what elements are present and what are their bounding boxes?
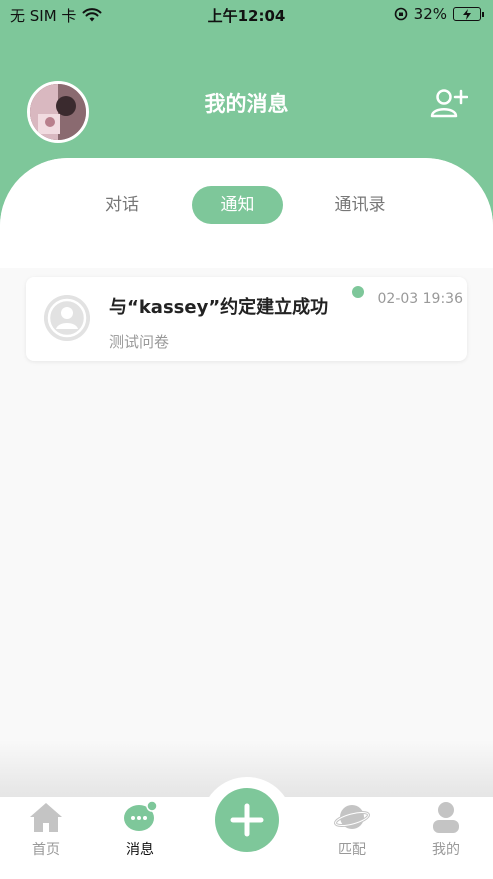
battery-percent: 32% [413, 5, 447, 23]
default-user-icon [44, 295, 90, 341]
notification-title: 与“kassey”约定建立成功 [109, 297, 329, 318]
nav-messages[interactable]: 消息 [110, 800, 170, 859]
nav-messages-label: 消息 [126, 842, 154, 858]
nav-match[interactable]: 匹配 [322, 800, 382, 859]
nav-match-label: 匹配 [338, 842, 366, 858]
notification-item[interactable]: 与“kassey”约定建立成功 02-03 19:36 测试问卷 [26, 277, 467, 361]
notification-subtitle: 测试问卷 [109, 333, 170, 351]
notification-time: 02-03 19:36 [377, 291, 463, 307]
create-button[interactable] [215, 788, 279, 852]
tab-contacts[interactable]: 通讯录 [330, 186, 390, 224]
tab-notifications[interactable]: 通知 [192, 186, 283, 224]
plus-icon [230, 803, 264, 837]
unread-dot [352, 286, 364, 298]
tab-dialog[interactable]: 对话 [100, 186, 144, 224]
nav-home-label: 首页 [32, 842, 60, 858]
home-icon [30, 803, 62, 832]
nav-profile-label: 我的 [432, 842, 460, 858]
nav-home[interactable]: 首页 [16, 800, 76, 859]
status-right: 32% [394, 5, 484, 23]
tab-bar: 对话 通知 通讯录 [0, 186, 493, 224]
person-icon [433, 802, 459, 833]
status-bar: 无 SIM 卡 上午12:04 32% [0, 0, 493, 28]
add-user-icon[interactable] [430, 88, 468, 118]
chat-icon [124, 800, 158, 831]
nav-profile[interactable]: 我的 [416, 800, 476, 859]
header: 我的消息 [0, 78, 493, 143]
battery-icon [453, 7, 484, 21]
planet-icon [334, 805, 370, 829]
page-title: 我的消息 [204, 92, 289, 116]
orientation-lock-icon [394, 7, 407, 21]
